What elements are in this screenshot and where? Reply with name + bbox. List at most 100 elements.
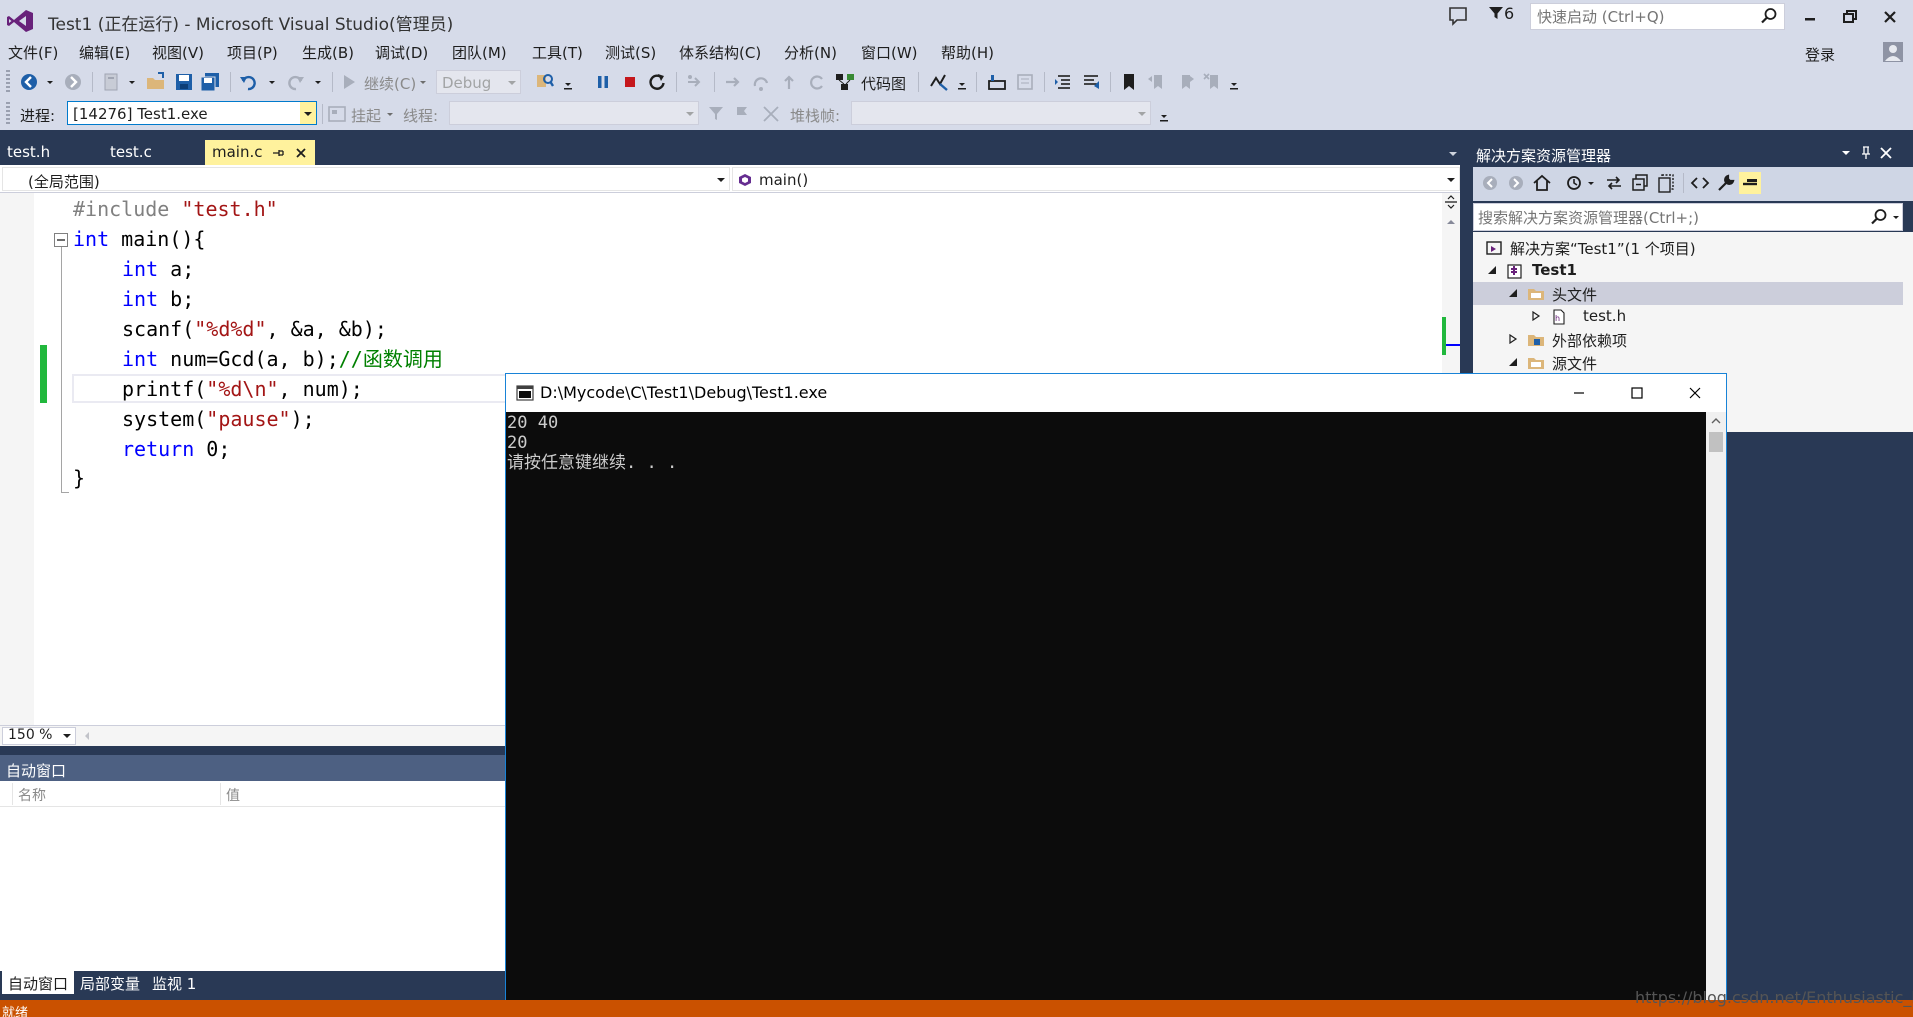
menu-project[interactable]: 项目(P) (227, 42, 278, 63)
close-icon[interactable] (294, 146, 308, 160)
show-all-files-icon[interactable] (1655, 172, 1677, 194)
lifecycle-events-icon[interactable] (326, 103, 348, 125)
new-project-icon[interactable] (100, 71, 122, 93)
close-icon[interactable] (1878, 145, 1894, 161)
undo-icon[interactable] (238, 71, 260, 93)
code-map-button[interactable]: 代码图 (861, 73, 906, 94)
scope-select[interactable]: (全局范围) (2, 167, 730, 191)
stop-debugging-icon[interactable] (619, 71, 641, 93)
code-line-4[interactable]: int b; (122, 284, 194, 314)
back-icon[interactable] (1479, 172, 1501, 194)
member-select[interactable]: main() (732, 167, 1460, 191)
menu-analyze[interactable]: 分析(N) (784, 42, 837, 63)
chevron-down-icon[interactable] (562, 71, 574, 93)
console-minimize-button[interactable] (1550, 374, 1608, 412)
tree-item-project[interactable]: Test1 (1473, 259, 1903, 282)
menu-tools[interactable]: 工具(T) (532, 42, 583, 63)
scrollbar-thumb[interactable] (1709, 432, 1723, 452)
next-bookmark-icon[interactable] (1174, 71, 1196, 93)
account-icon[interactable] (1882, 41, 1904, 63)
scroll-left-arrow-icon[interactable] (82, 729, 92, 743)
suspend-button[interactable]: 挂起 (351, 105, 381, 126)
view-code-icon[interactable] (1689, 172, 1711, 194)
menu-view[interactable]: 视图(V) (152, 42, 204, 63)
solution-explorer-search[interactable] (1473, 203, 1903, 231)
minimize-window-button[interactable] (1790, 4, 1830, 30)
navigate-forward-icon[interactable] (62, 71, 84, 93)
menu-build[interactable]: 生成(B) (302, 42, 354, 63)
properties-wrench-icon[interactable] (1715, 172, 1737, 194)
collapsed-arrow-icon[interactable] (1531, 311, 1541, 321)
chevron-down-icon[interactable] (1891, 208, 1901, 226)
run-to-cursor-icon[interactable] (806, 71, 828, 93)
restore-window-button[interactable] (1830, 4, 1870, 30)
code-line-9[interactable]: return 0; (122, 434, 230, 464)
menu-window[interactable]: 窗口(W) (861, 42, 918, 63)
collapse-region-icon[interactable] (54, 233, 68, 247)
code-line-7[interactable]: printf("%d\n", num); (122, 374, 363, 404)
console-output[interactable] (506, 412, 1706, 1017)
diagnostic-tools-icon[interactable] (928, 71, 950, 93)
chevron-down-icon[interactable] (312, 71, 324, 93)
tab-watch-1[interactable]: 监视 1 (146, 971, 202, 994)
scroll-up-arrow-icon[interactable] (1442, 215, 1460, 229)
pause-icon[interactable] (592, 71, 614, 93)
find-in-files-icon[interactable] (534, 71, 556, 93)
console-maximize-button[interactable] (1608, 374, 1666, 412)
expanded-arrow-icon[interactable] (1508, 288, 1518, 298)
tree-item-external-dependencies[interactable]: 外部依赖项 (1473, 328, 1903, 351)
pin-icon[interactable] (1858, 145, 1874, 161)
code-line-8[interactable]: system("pause"); (122, 404, 315, 434)
column-divider[interactable] (12, 783, 13, 805)
solution-config-select[interactable]: Debug (436, 70, 521, 94)
notification-icon[interactable] (1447, 5, 1469, 27)
thread-select[interactable] (449, 101, 699, 125)
console-scrollbar[interactable] (1706, 412, 1726, 1017)
continue-button[interactable]: 继续(C) (364, 73, 416, 94)
tree-item-header-files[interactable]: 头文件 (1473, 282, 1903, 305)
preview-selected-items-icon[interactable] (1739, 172, 1761, 194)
chevron-down-icon[interactable] (126, 71, 138, 93)
chevron-down-icon[interactable] (384, 103, 396, 125)
continue-icon[interactable] (338, 71, 360, 93)
zoom-select[interactable]: 150 % (2, 727, 76, 745)
search-icon[interactable] (1870, 208, 1888, 226)
chevron-down-icon[interactable] (44, 71, 56, 93)
show-next-statement-icon[interactable] (684, 71, 706, 93)
menu-debug[interactable]: 调试(D) (375, 42, 428, 63)
search-icon[interactable] (1760, 7, 1778, 25)
threads-icon[interactable] (1014, 71, 1036, 93)
menu-file[interactable]: 文件(F) (8, 42, 58, 63)
pending-changes-filter-icon[interactable] (1563, 172, 1585, 194)
code-line-10[interactable]: } (73, 463, 85, 493)
tab-test-c[interactable]: test.c (103, 140, 159, 165)
bookmark-icon[interactable] (1118, 71, 1140, 93)
stack-frame-select[interactable] (851, 101, 1151, 125)
expanded-arrow-icon[interactable] (1487, 265, 1497, 275)
autos-window-header[interactable] (0, 755, 505, 781)
outdent-icon[interactable] (1052, 71, 1074, 93)
notification-filter[interactable]: 6 (1488, 4, 1528, 26)
column-header-name[interactable]: 名称 (18, 785, 46, 805)
clear-bookmarks-icon[interactable] (1202, 71, 1224, 93)
pin-icon[interactable] (271, 146, 285, 160)
column-divider[interactable] (220, 783, 221, 805)
menu-help[interactable]: 帮助(H) (941, 42, 994, 63)
open-file-icon[interactable] (145, 71, 167, 93)
code-line-1[interactable]: #include "test.h" (73, 194, 278, 224)
tab-autos[interactable]: 自动窗口 (2, 971, 75, 994)
forward-icon[interactable] (1505, 172, 1527, 194)
save-icon[interactable] (173, 71, 195, 93)
code-line-6[interactable]: int num=Gcd(a, b);//函数调用 (122, 344, 443, 374)
save-all-icon[interactable] (199, 71, 221, 93)
restart-icon[interactable] (646, 71, 668, 93)
menu-test[interactable]: 测试(S) (605, 42, 656, 63)
solution-search-input[interactable] (1478, 208, 1858, 228)
redo-icon[interactable] (284, 71, 306, 93)
comment-lines-icon[interactable] (1080, 71, 1102, 93)
scroll-up-arrow-icon[interactable] (1706, 412, 1726, 430)
code-map-icon[interactable] (834, 71, 856, 93)
menu-edit[interactable]: 编辑(E) (79, 42, 130, 63)
expanded-arrow-icon[interactable] (1508, 357, 1518, 367)
step-out-icon[interactable] (778, 71, 800, 93)
